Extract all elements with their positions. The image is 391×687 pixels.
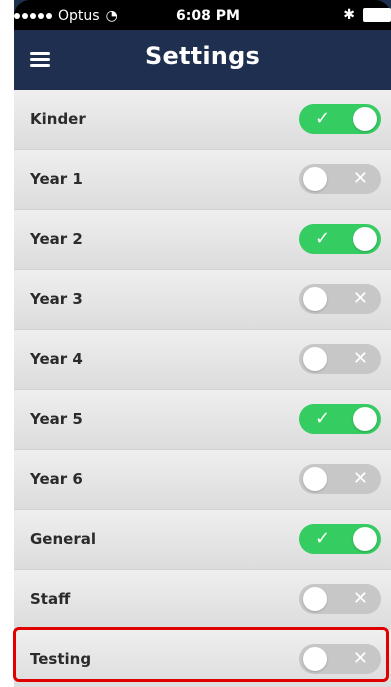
status-time: 6:08 PM — [176, 8, 240, 24]
setting-toggle-year-1[interactable]: ✕ — [299, 164, 381, 194]
toggle-knob — [303, 347, 327, 371]
checkmark-icon: ✓ — [315, 228, 331, 249]
checkmark-icon: ✓ — [315, 528, 331, 549]
page-title: Settings — [145, 42, 260, 70]
close-icon: ✕ — [352, 288, 368, 309]
setting-label: General — [30, 530, 96, 548]
toggle-knob — [303, 587, 327, 611]
setting-label: Year 4 — [30, 350, 83, 368]
setting-row-year-5: Year 5 ✓ — [14, 390, 391, 450]
setting-toggle-staff[interactable]: ✕ — [299, 584, 381, 614]
testing-row-highlight — [13, 627, 389, 682]
close-icon: ✕ — [352, 588, 368, 609]
setting-toggle-general[interactable]: ✓ — [299, 524, 381, 554]
app-header: Optus ◔ 6:08 PM ✱ Settings — [14, 0, 391, 90]
close-icon: ✕ — [352, 168, 368, 189]
setting-row-kinder: Kinder ✓ — [14, 90, 391, 150]
checkmark-icon: ✓ — [315, 108, 331, 129]
toggle-knob — [303, 467, 327, 491]
setting-row-general: General ✓ — [14, 510, 391, 570]
setting-row-year-1: Year 1 ✕ — [14, 150, 391, 210]
setting-label: Year 6 — [30, 470, 83, 488]
setting-label: Year 3 — [30, 290, 83, 308]
setting-row-year-6: Year 6 ✕ — [14, 450, 391, 510]
setting-row-year-3: Year 3 ✕ — [14, 270, 391, 330]
setting-label: Year 1 — [30, 170, 83, 188]
phone-screen: Optus ◔ 6:08 PM ✱ Settings Kinder ✓ Year… — [14, 0, 391, 687]
toggle-knob — [303, 287, 327, 311]
setting-row-staff: Staff ✕ — [14, 570, 391, 630]
setting-toggle-year-5[interactable]: ✓ — [299, 404, 381, 434]
setting-toggle-kinder[interactable]: ✓ — [299, 104, 381, 134]
status-bar: Optus ◔ 6:08 PM ✱ — [14, 0, 391, 30]
bluetooth-icon: ✱ — [343, 7, 355, 23]
status-right: ✱ — [343, 7, 391, 23]
signal-strength-icon — [14, 13, 52, 19]
toggle-knob — [303, 167, 327, 191]
carrier-label: Optus — [58, 8, 100, 24]
setting-label: Kinder — [30, 110, 86, 128]
battery-icon — [363, 8, 391, 22]
setting-toggle-year-6[interactable]: ✕ — [299, 464, 381, 494]
toggle-knob — [353, 107, 377, 131]
checkmark-icon: ✓ — [315, 408, 331, 429]
setting-row-year-2: Year 2 ✓ — [14, 210, 391, 270]
settings-list: Kinder ✓ Year 1 ✕ Year 2 ✓ Year 3 ✕ Year… — [14, 90, 391, 687]
wifi-icon: ◔ — [105, 8, 118, 24]
setting-toggle-year-3[interactable]: ✕ — [299, 284, 381, 314]
close-icon: ✕ — [352, 348, 368, 369]
setting-toggle-year-4[interactable]: ✕ — [299, 344, 381, 374]
setting-label: Staff — [30, 590, 71, 608]
status-left: Optus ◔ — [14, 8, 118, 24]
toggle-knob — [353, 407, 377, 431]
toggle-knob — [353, 227, 377, 251]
setting-label: Year 5 — [30, 410, 83, 428]
setting-toggle-year-2[interactable]: ✓ — [299, 224, 381, 254]
setting-row-year-4: Year 4 ✕ — [14, 330, 391, 390]
setting-label: Year 2 — [30, 230, 83, 248]
close-icon: ✕ — [352, 468, 368, 489]
toggle-knob — [353, 527, 377, 551]
